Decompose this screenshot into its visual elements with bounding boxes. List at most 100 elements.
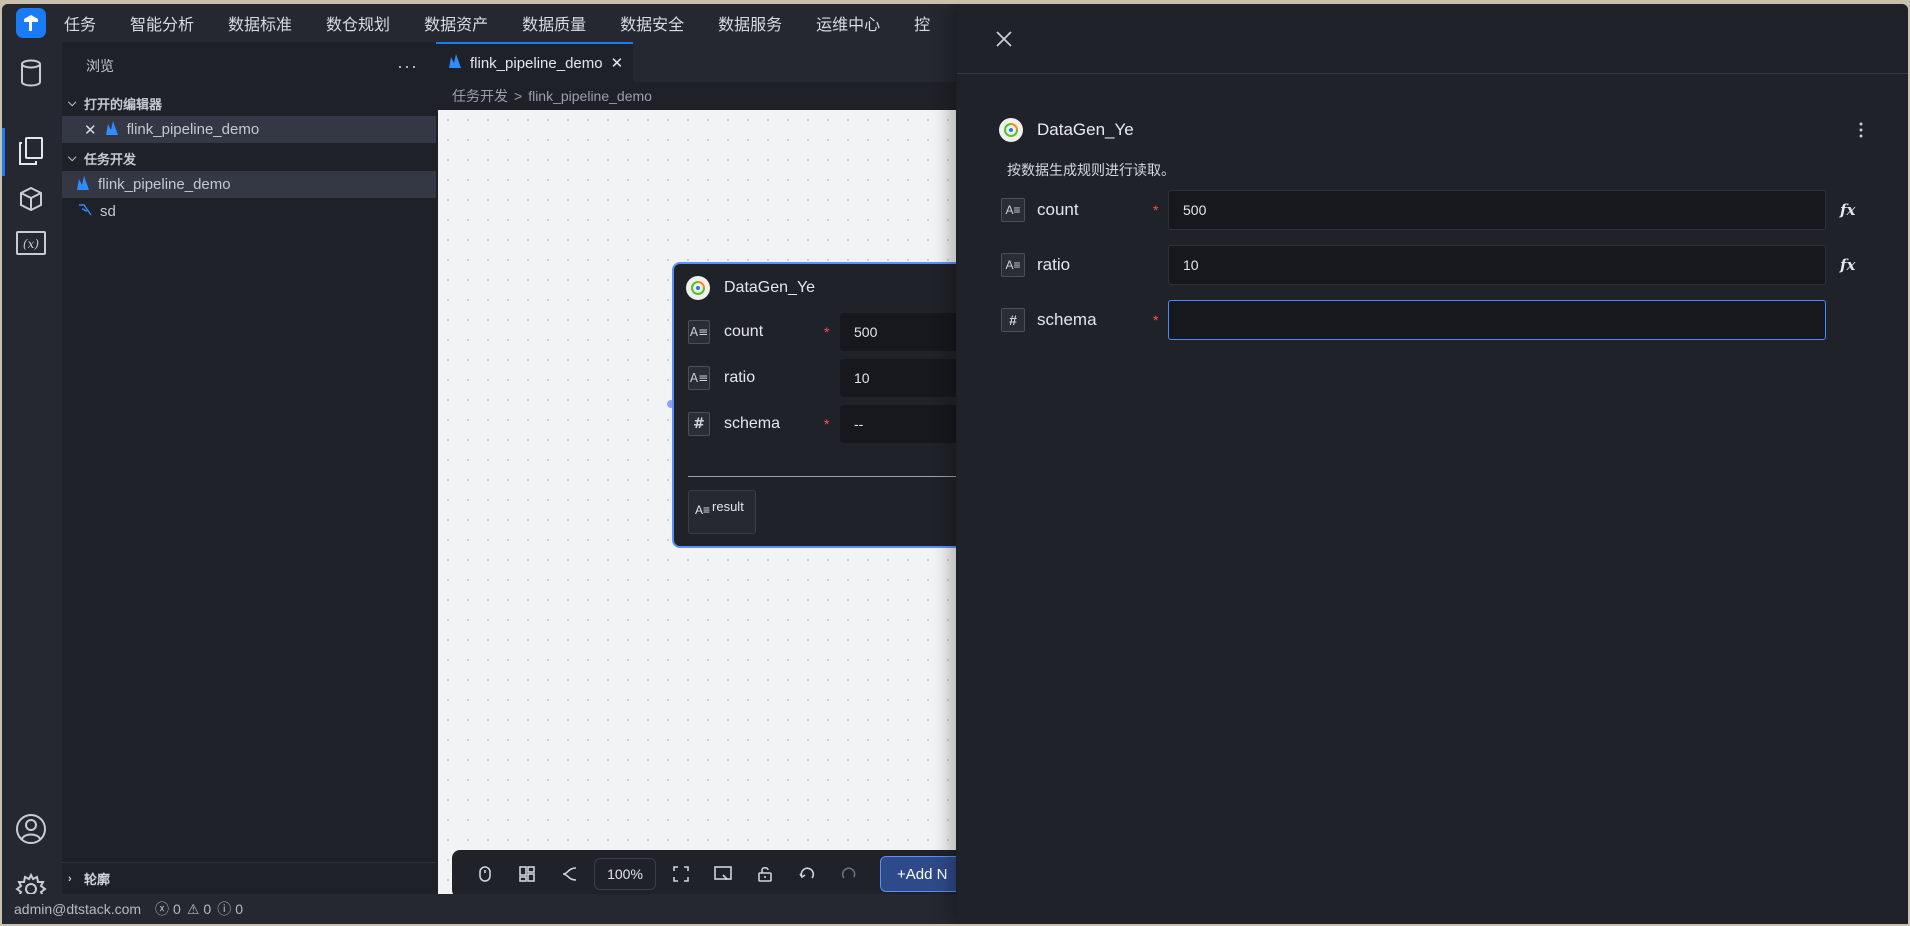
pipeline-canvas[interactable]: DataGen_Ye A≡ count * 500 A≡ ratio 10 # … [438,110,956,894]
outline-section[interactable]: › 轮廓 [62,862,436,894]
redo-icon[interactable] [828,857,870,891]
editor-tabs: flink_pipeline_demo ✕ [436,42,956,82]
node-field-name: schema [724,415,781,432]
node-divider [688,476,956,477]
drawer-field-count: A≡ count * fx [1001,190,1881,230]
task-item-sd[interactable]: sd [62,198,436,225]
package-icon[interactable] [14,182,48,216]
node-title: DataGen_Ye [686,276,815,300]
fx-expression-icon[interactable]: fx [1840,256,1855,274]
breadcrumb-leaf[interactable]: flink_pipeline_demo [528,88,652,104]
chevron-right-icon: › [68,872,72,885]
flink-file-icon [76,175,90,195]
info-count[interactable]: 0 [235,901,243,917]
nav-item-security[interactable]: 数据安全 [620,11,684,35]
status-user[interactable]: admin@dtstack.com [14,901,141,917]
close-editor-icon[interactable]: ✕ [84,121,97,139]
drawer-field-name: schema [1037,310,1097,329]
editor-area: flink_pipeline_demo ✕ 任务开发 > flink_pipel… [436,42,956,894]
drawer-field-ratio: A≡ ratio fx [1001,245,1881,285]
required-marker: * [1153,202,1159,218]
node-field-name: ratio [724,369,756,386]
nav-item-quality[interactable]: 数据质量 [522,11,586,35]
flink-file-icon [105,120,119,140]
task-item-flink[interactable]: flink_pipeline_demo [62,171,436,198]
drawer-close-icon[interactable] [991,26,1017,52]
minimap-icon[interactable] [702,857,744,891]
sidebar-header: 浏览 ··· [62,42,436,90]
schema-input[interactable] [1168,300,1826,340]
add-node-button[interactable]: +Add N [880,856,956,892]
info-icon: ⓘ [217,901,232,917]
string-type-icon: A≡ [695,503,711,517]
fit-view-icon[interactable] [660,857,702,891]
chevron-down-icon: ⌵ [68,96,77,109]
warning-count[interactable]: 0 [203,901,211,917]
datagen-node[interactable]: DataGen_Ye A≡ count * 500 A≡ ratio 10 # … [672,262,956,548]
string-type-icon: A≡ [1001,198,1025,222]
user-account-icon[interactable] [14,812,48,846]
variable-icon[interactable]: (x) [14,226,48,260]
tab-label: flink_pipeline_demo [470,54,603,72]
svg-text:(x): (x) [23,237,39,251]
fx-expression-icon[interactable]: fx [1840,201,1855,219]
activity-bar: (x) [2,42,62,905]
nav-item-service[interactable]: 数据服务 [718,11,782,35]
nav-item-analysis[interactable]: 智能分析 [130,11,194,35]
zoom-level[interactable]: 100% [594,858,656,890]
sidebar-more-button[interactable]: ··· [397,56,418,77]
datagen-icon [999,118,1023,142]
nav-item-standard[interactable]: 数据标准 [228,11,292,35]
mouse-mode-icon[interactable] [464,857,506,891]
canvas-toolbar: 100% +Add N [452,850,956,894]
more-vertical-icon[interactable] [1851,118,1871,142]
node-field-schema: # schema * -- [688,404,956,444]
node-field-value[interactable]: 500 [840,313,956,351]
tab-close-icon[interactable]: ✕ [611,54,624,72]
drawer-description: 按数据生成规则进行读取。 [1007,162,1175,178]
nav-item-assets[interactable]: 数据资产 [424,11,488,35]
number-type-icon: # [1001,308,1025,332]
app-window: 任务 智能分析 数据标准 数仓规划 数据资产 数据质量 数据安全 数据服务 运维… [2,4,1908,924]
flink-file-icon [448,53,462,73]
ratio-input[interactable] [1168,245,1826,285]
connector-icon[interactable] [548,857,590,891]
chevron-down-icon: ⌵ [68,151,77,164]
breadcrumb-root[interactable]: 任务开发 [452,86,508,106]
drawer-field-name: ratio [1037,255,1071,274]
outline-label: 轮廓 [84,872,111,887]
database-icon[interactable] [14,56,48,90]
node-field-name: count [724,323,764,340]
files-icon[interactable] [14,134,48,168]
explorer-sidebar: 浏览 ··· ⌵ 打开的编辑器 ✕ flink_pipeline_demo ⌵ … [62,42,436,894]
node-output-result[interactable]: A≡ result [688,490,756,534]
drawer-title: DataGen_Ye [999,118,1134,142]
node-field-ratio: A≡ ratio 10 [688,358,956,398]
required-marker: * [1153,312,1159,328]
task-item-label: flink_pipeline_demo [98,176,231,193]
unlock-icon[interactable] [744,857,786,891]
app-logo-icon[interactable] [16,8,46,38]
string-type-icon: A≡ [1001,253,1025,277]
sidebar-title: 浏览 [86,58,114,74]
open-editors-label: 打开的编辑器 [84,96,163,112]
error-icon: ⓧ [155,901,170,917]
error-count[interactable]: 0 [173,901,181,917]
open-editor-item[interactable]: ✕ flink_pipeline_demo [62,116,436,143]
breadcrumb: 任务开发 > flink_pipeline_demo [436,82,956,110]
node-field-value[interactable]: -- [840,405,956,443]
layout-grid-icon[interactable] [506,857,548,891]
task-dev-section[interactable]: ⌵ 任务开发 [62,145,436,171]
sql-file-icon [78,203,92,221]
undo-icon[interactable] [786,857,828,891]
nav-item-ops[interactable]: 运维中心 [816,11,880,35]
node-field-value[interactable]: 10 [840,359,956,397]
drawer-field-name: count [1037,200,1079,219]
count-input[interactable] [1168,190,1826,230]
nav-item-control[interactable]: 控 [914,11,930,35]
number-type-icon: # [688,412,710,436]
tab-flink-pipeline-demo[interactable]: flink_pipeline_demo ✕ [436,42,634,82]
open-editors-section[interactable]: ⌵ 打开的编辑器 [62,90,436,116]
nav-item-task[interactable]: 任务 [64,11,96,35]
nav-item-warehouse[interactable]: 数仓规划 [326,11,390,35]
